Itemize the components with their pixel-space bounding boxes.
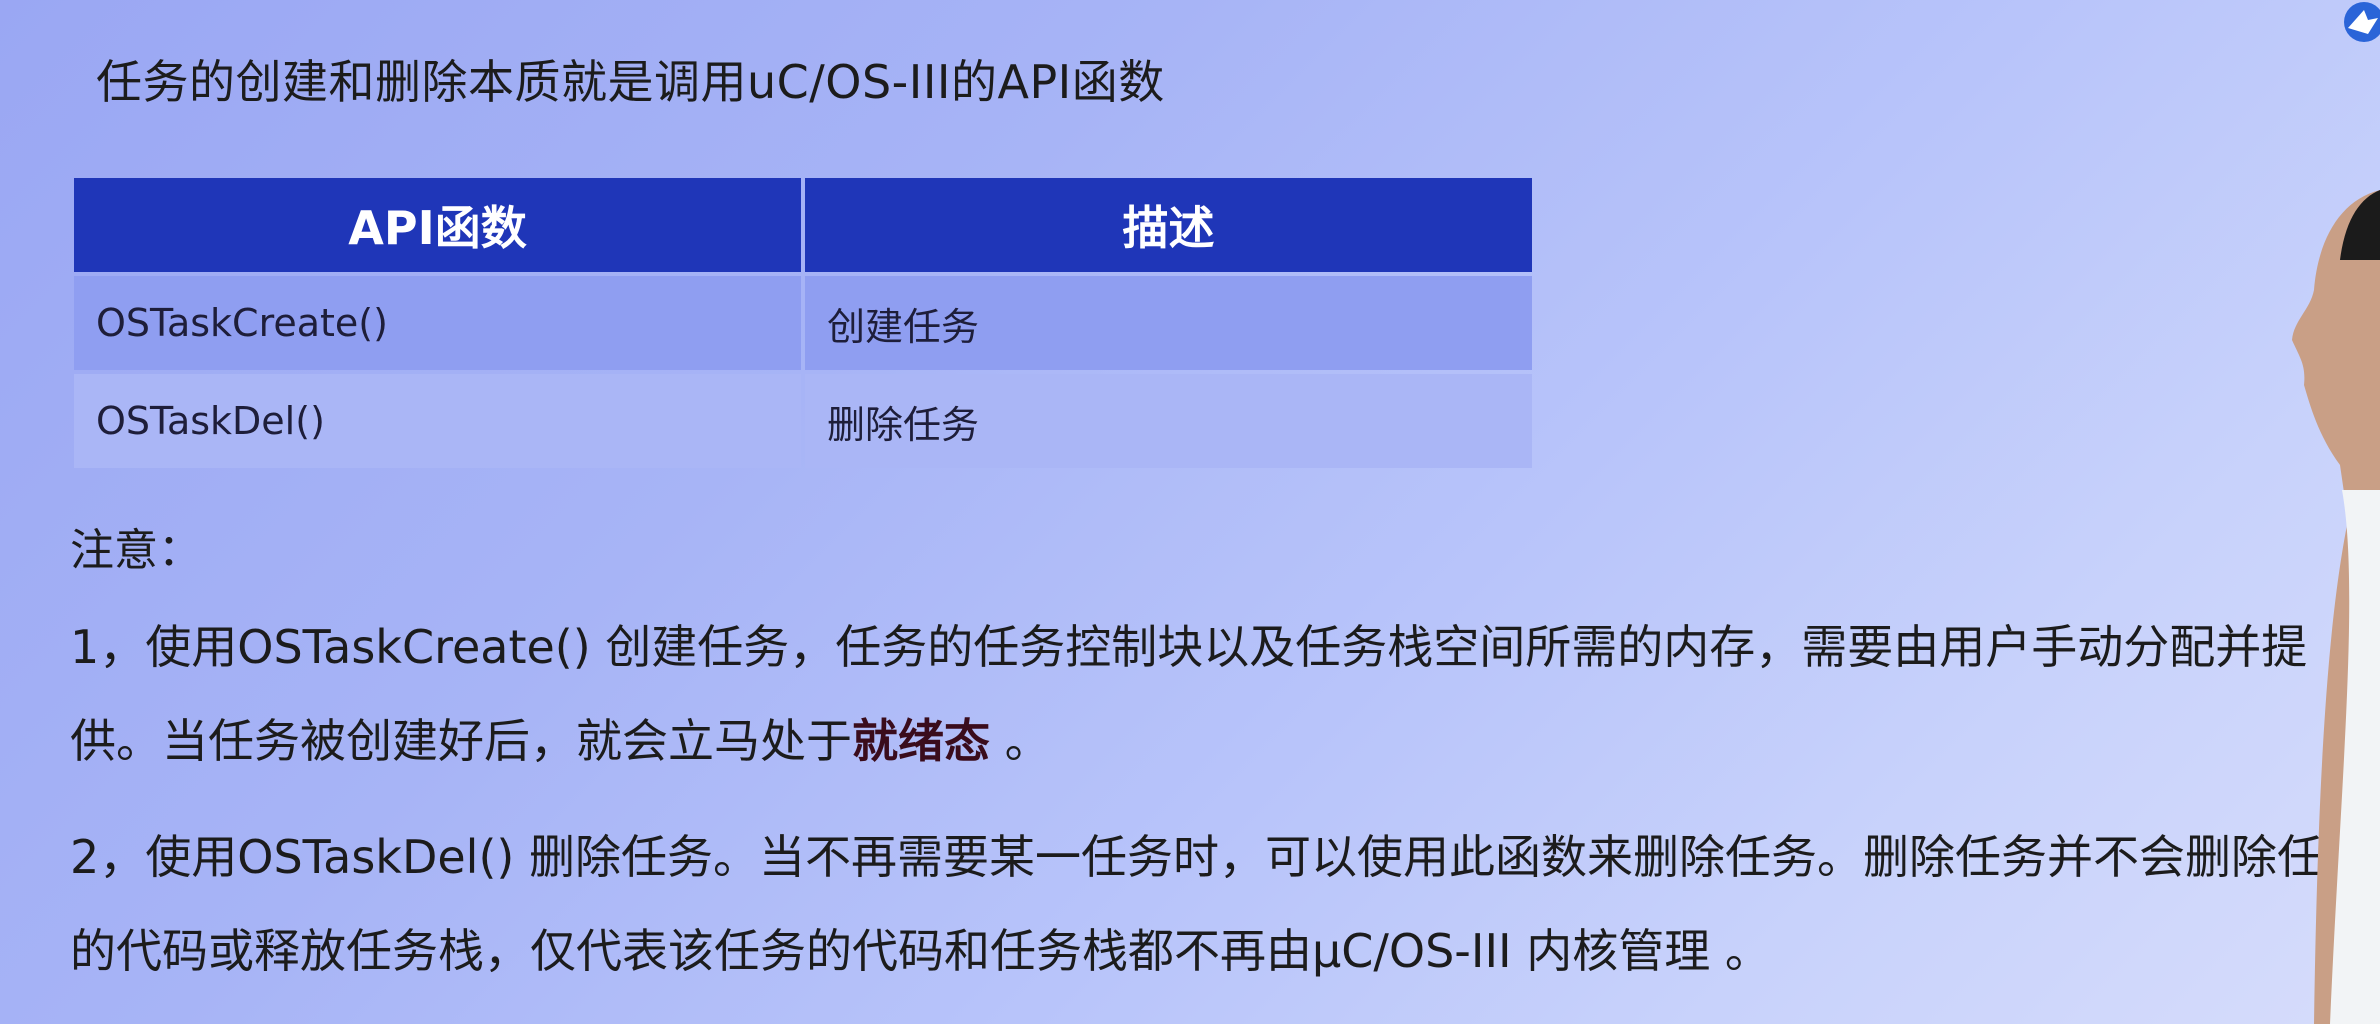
- table-header-row: API函数 描述: [74, 178, 1532, 272]
- ready-state-highlight: 就绪态: [852, 714, 990, 768]
- note-paragraph-2: 2，使用OSTaskDel() 删除任务。当不再需要某一任务时，可以使用此函数来…: [70, 830, 2369, 978]
- table-row: OSTaskCreate() 创建任务: [74, 276, 1532, 370]
- notes-title: 注意：: [70, 525, 202, 576]
- bird-logo-icon: [2344, 2, 2380, 42]
- cell-description: 删除任务: [805, 374, 1532, 468]
- presenter-figure: [2292, 190, 2380, 1024]
- note-paragraph-1: 1，使用OSTaskCreate() 创建任务，任务的任务控制块以及任务栈空间所…: [70, 600, 2370, 788]
- slide-heading: 任务的创建和删除本质就是调用uC/OS-III的API函数: [96, 55, 1165, 109]
- table-row: OSTaskDel() 删除任务: [74, 374, 1532, 468]
- note-1-tail: 。: [990, 714, 1051, 768]
- cell-api-name: OSTaskCreate(): [74, 276, 801, 370]
- slide: 任务的创建和删除本质就是调用uC/OS-III的API函数 API函数 描述 O…: [0, 0, 2380, 1024]
- api-table: API函数 描述 OSTaskCreate() 创建任务 OSTaskDel()…: [70, 174, 1536, 472]
- column-header-api: API函数: [74, 178, 801, 272]
- note-1-text: 1，使用OSTaskCreate() 创建任务，任务的任务控制块以及任务栈空间所…: [70, 620, 2308, 768]
- cell-api-name: OSTaskDel(): [74, 374, 801, 468]
- api-table-grid: API函数 描述 OSTaskCreate() 创建任务 OSTaskDel()…: [70, 174, 1536, 472]
- column-header-description: 描述: [805, 178, 1532, 272]
- cell-description: 创建任务: [805, 276, 1532, 370]
